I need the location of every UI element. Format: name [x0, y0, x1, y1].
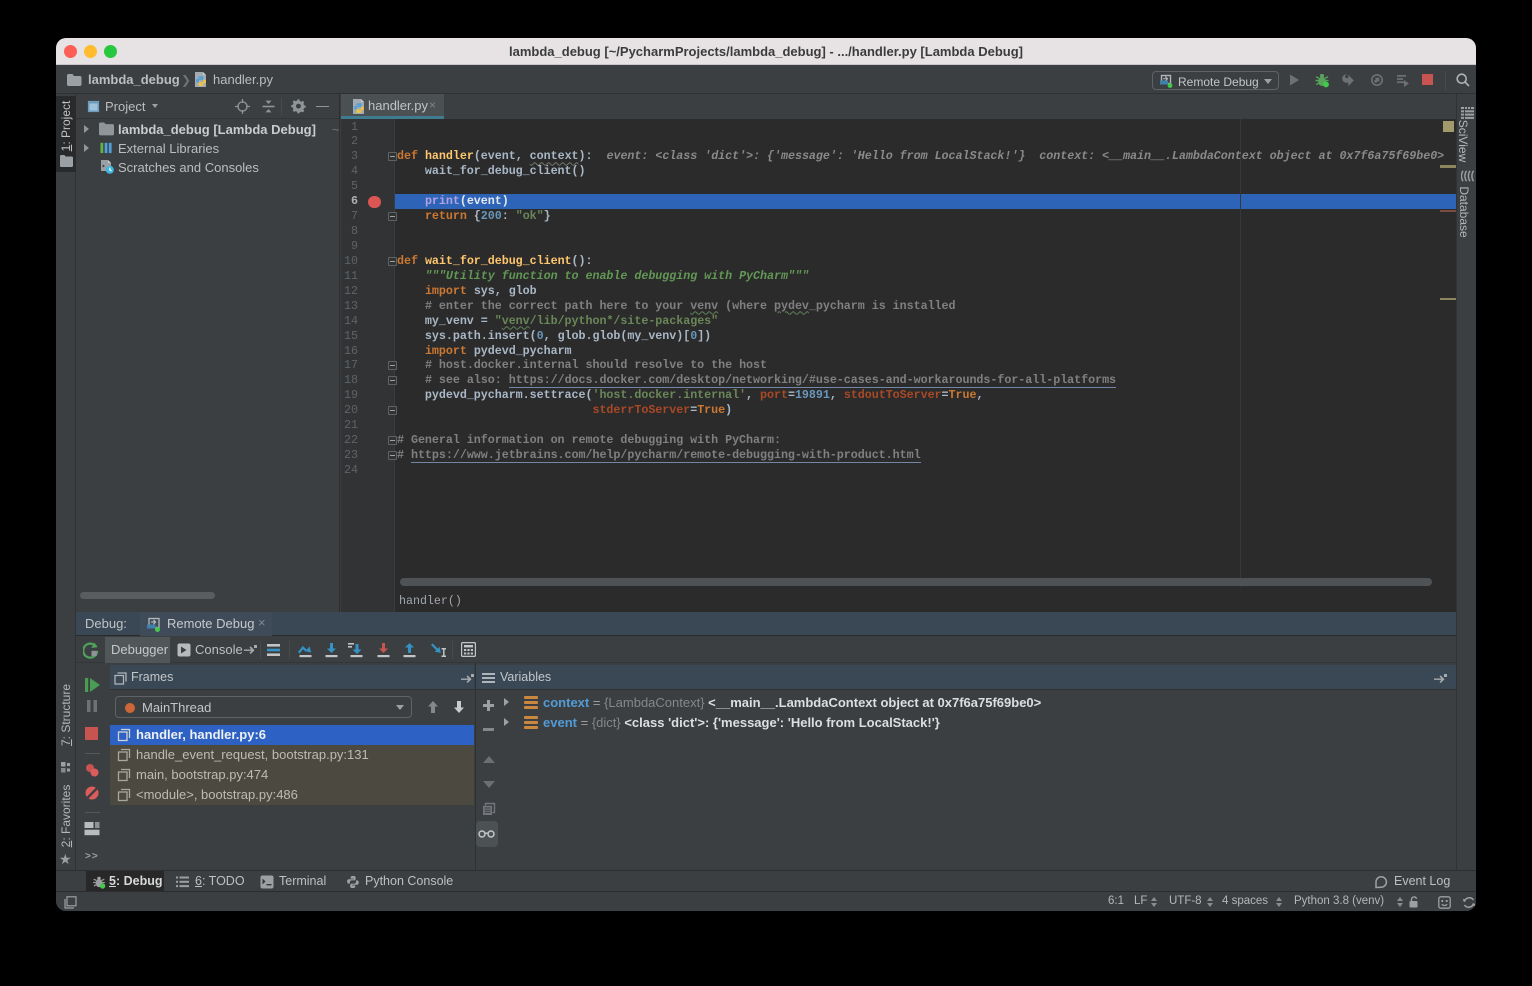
- svg-text:?: ?: [1472, 904, 1476, 909]
